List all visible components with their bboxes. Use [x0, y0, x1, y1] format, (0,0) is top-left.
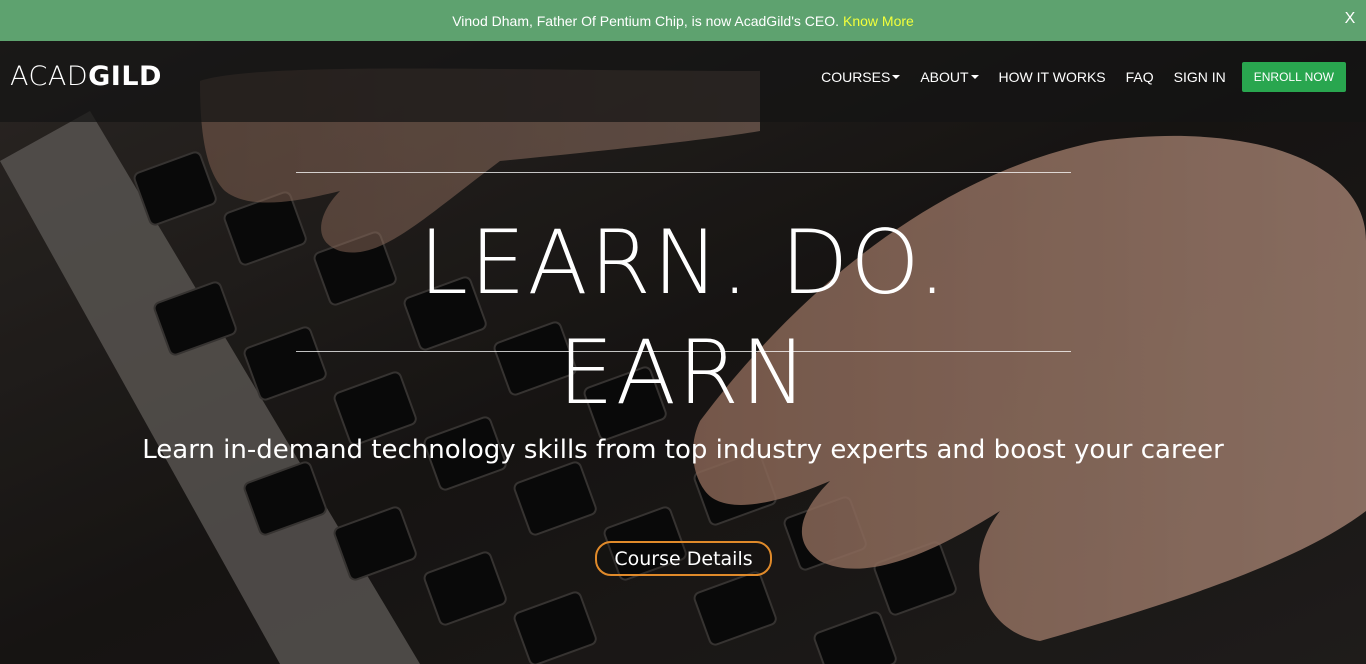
nav-about[interactable]: ABOUT: [910, 61, 988, 93]
nav-sign-in[interactable]: SIGN IN: [1164, 61, 1236, 93]
announcement-bar: Vinod Dham, Father Of Pentium Chip, is n…: [0, 0, 1366, 41]
enroll-now-button[interactable]: ENROLL NOW: [1241, 62, 1346, 92]
hero-headline: LEARN. DO. EARN: [418, 211, 949, 424]
course-details-button[interactable]: Course Details: [595, 541, 772, 576]
nav-about-label: ABOUT: [920, 69, 969, 85]
nav-courses[interactable]: COURSES: [811, 61, 910, 93]
acadgild-logo[interactable]: ACADGILD: [10, 61, 162, 92]
logo-bold-text: GILD: [88, 61, 162, 92]
know-more-link[interactable]: Know More: [843, 13, 914, 29]
nav-courses-label: COURSES: [821, 69, 891, 85]
nav-faq[interactable]: FAQ: [1116, 61, 1164, 93]
caret-down-icon: [970, 75, 979, 79]
headline-top-rule: [296, 172, 1071, 173]
nav-faq-label: FAQ: [1125, 69, 1154, 85]
main-nav: COURSES ABOUT HOW IT WORKS FAQ SIGN IN E…: [811, 61, 1346, 93]
nav-how-it-works[interactable]: HOW IT WORKS: [989, 61, 1116, 93]
logo-light-text: ACAD: [10, 61, 89, 92]
announcement-text: Vinod Dham, Father Of Pentium Chip, is n…: [452, 12, 839, 29]
hero-tagline: Learn in-demand technology skills from t…: [142, 435, 1224, 465]
nav-how-it-works-label: HOW IT WORKS: [998, 69, 1106, 85]
navbar: ACADGILD COURSES ABOUT HOW IT WORKS FAQ …: [0, 41, 1366, 122]
caret-down-icon: [892, 75, 901, 79]
nav-sign-in-label: SIGN IN: [1173, 69, 1226, 85]
headline-bottom-rule: [296, 351, 1071, 352]
close-announcement-button[interactable]: X: [1342, 10, 1358, 28]
